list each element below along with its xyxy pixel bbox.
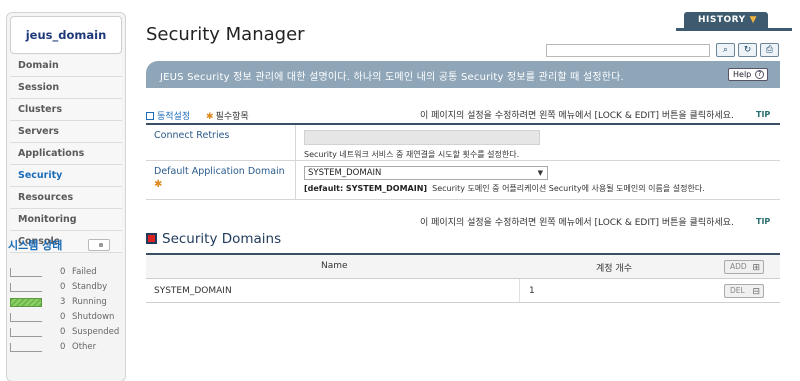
add-button[interactable]: ADD ⊞ <box>724 260 764 274</box>
required-star-icon: ✱ <box>154 179 163 190</box>
chevron-down-icon: ▼ <box>537 169 543 177</box>
section-title: Security Domains <box>146 231 281 247</box>
table-header: Name 계정 개수 ADD ⊞ <box>146 255 780 279</box>
sidebar-item-domain[interactable]: Domain <box>10 55 122 77</box>
domain-name[interactable]: jeus_domain <box>10 16 122 54</box>
legend-dynamic-label: 동적설정 <box>157 112 191 122</box>
default-app-domain-select[interactable]: SYSTEM_DOMAIN ▼ <box>304 166 548 180</box>
status-bar <box>10 343 42 352</box>
status-label: Other <box>72 342 97 352</box>
legend-required-label: 필수항목 <box>215 112 249 122</box>
status-count: 0 <box>60 342 66 352</box>
dynamic-setting-icon <box>146 112 154 120</box>
security-domains-table: Name 계정 개수 ADD ⊞ SYSTEM_DOMAIN 1 DEL ⊟ <box>146 253 780 303</box>
search-input[interactable] <box>546 44 710 57</box>
domain-name-cell: SYSTEM_DOMAIN <box>154 286 232 296</box>
col-name-header: Name <box>321 261 348 271</box>
default-app-domain-value: SYSTEM_DOMAIN ▼ [default: SYSTEM_DOMAIN] … <box>304 161 780 199</box>
status-count: 0 <box>60 267 66 277</box>
section-icon <box>146 233 157 244</box>
help-button[interactable]: Help? <box>728 68 768 81</box>
connect-retries-label: Connect Retries <box>146 125 296 160</box>
status-bar <box>10 328 42 337</box>
system-status-list: 0 Failed 0 Standby 3 Running 0 Shutdown 0 Sus… <box>10 266 119 356</box>
status-bar-running <box>10 298 42 307</box>
status-bar <box>10 313 42 322</box>
sidebar-item-clusters[interactable]: Clusters <box>10 99 122 121</box>
status-row-failed: 0 Failed <box>10 266 114 281</box>
col-count-header: 계정 개수 <box>596 264 632 274</box>
table-row[interactable]: SYSTEM_DOMAIN 1 DEL ⊟ <box>146 279 780 303</box>
status-row-running: 3 Running <box>10 296 114 311</box>
sidebar-item-monitoring[interactable]: Monitoring <box>10 209 122 231</box>
default-app-domain-label: Default Application Domain <box>154 166 285 177</box>
sidebar-item-resources[interactable]: Resources <box>10 187 122 209</box>
history-button[interactable]: HISTORY ▼ <box>684 12 768 28</box>
question-icon: ? <box>755 70 764 79</box>
status-row-standby: 0 Standby <box>10 281 114 296</box>
status-bar <box>10 268 42 277</box>
status-count: 0 <box>60 327 66 337</box>
domain-count-cell: 1 <box>529 286 535 296</box>
legend-required: ✱ 필수항목 <box>206 109 249 122</box>
select-value: SYSTEM_DOMAIN <box>308 168 382 178</box>
lock-edit-message: 이 페이지의 설정을 수정하려면 왼쪽 메뉴에서 [LOCK & EDIT] 버… <box>420 218 734 228</box>
history-label: HISTORY <box>698 15 746 25</box>
status-label: Shutdown <box>72 312 115 322</box>
status-count: 0 <box>60 312 66 322</box>
refresh-icon[interactable]: ↻ <box>738 43 757 57</box>
settings-table: Connect Retries Security 네트워크 서비스 중 재연결을… <box>146 123 780 200</box>
banner-text: JEUS Security 정보 관리에 대한 설명이다. 하나의 도메인 내의… <box>160 72 624 83</box>
setting-row-default-app-domain: Default Application Domain ✱ SYSTEM_DOMAI… <box>146 161 780 200</box>
connect-retries-value: Security 네트워크 서비스 중 재연결을 시도할 횟수를 설정한다. <box>304 125 780 165</box>
status-count: 3 <box>60 297 66 307</box>
status-row-suspended: 0 Suspended <box>10 326 119 341</box>
required-star-icon: ✱ <box>206 112 214 122</box>
status-row-shutdown: 0 Shutdown <box>10 311 114 326</box>
sidebar-item-session[interactable]: Session <box>10 77 122 99</box>
tip-badge[interactable]: TIP <box>756 110 770 119</box>
tip-badge[interactable]: TIP <box>756 217 770 226</box>
default-value: [default: SYSTEM_DOMAIN] <box>304 184 428 193</box>
print-icon[interactable]: ⎙ <box>760 43 779 57</box>
status-count: 0 <box>60 282 66 292</box>
add-icon: ⊞ <box>752 263 760 273</box>
history-underline <box>676 28 792 31</box>
status-bar <box>10 283 42 292</box>
status-label: Suspended <box>72 327 120 337</box>
default-app-domain-desc: Security 도메인 중 어플리케이션 Security에 사용될 도메인의… <box>432 184 705 193</box>
sidebar-item-servers[interactable]: Servers <box>10 121 122 143</box>
default-app-domain-hint: [default: SYSTEM_DOMAIN] Security 도메인 중 … <box>304 183 780 194</box>
connect-retries-input[interactable] <box>304 130 540 145</box>
page-title: Security Manager <box>146 24 305 45</box>
delete-icon: ⊟ <box>752 287 760 297</box>
status-label: Running <box>72 297 107 307</box>
status-label: Failed <box>72 267 97 277</box>
status-label: Standby <box>72 282 108 292</box>
chevron-down-icon: ▼ <box>749 15 758 25</box>
add-label: ADD <box>730 262 747 271</box>
system-status-header: 시스템 상태 <box>8 237 114 253</box>
del-label: DEL <box>730 286 745 295</box>
help-label: Help <box>733 70 752 79</box>
default-app-domain-label-cell: Default Application Domain ✱ <box>146 161 296 199</box>
del-button[interactable]: DEL ⊟ <box>724 284 764 298</box>
sidebar-nav: Domain Session Clusters Servers Applicat… <box>10 55 122 253</box>
system-status-title: 시스템 상태 <box>8 239 63 252</box>
status-toggle-icon[interactable] <box>88 239 110 251</box>
column-divider <box>519 279 520 302</box>
connect-retries-desc: Security 네트워크 서비스 중 재연결을 시도할 횟수를 설정한다. <box>304 150 520 159</box>
legend-dynamic: 동적설정 <box>146 109 190 122</box>
description-banner: JEUS Security 정보 관리에 대한 설명이다. 하나의 도메인 내의… <box>146 61 780 88</box>
setting-row-connect-retries: Connect Retries Security 네트워크 서비스 중 재연결을… <box>146 125 780 161</box>
section-title-label: Security Domains <box>162 231 282 247</box>
status-row-other: 0 Other <box>10 341 114 356</box>
lock-edit-message: 이 페이지의 설정을 수정하려면 왼쪽 메뉴에서 [LOCK & EDIT] 버… <box>420 111 734 121</box>
search-icon[interactable]: ⌕ <box>716 43 735 57</box>
sidebar-item-applications[interactable]: Applications <box>10 143 122 165</box>
sidebar-item-security[interactable]: Security <box>10 165 122 187</box>
